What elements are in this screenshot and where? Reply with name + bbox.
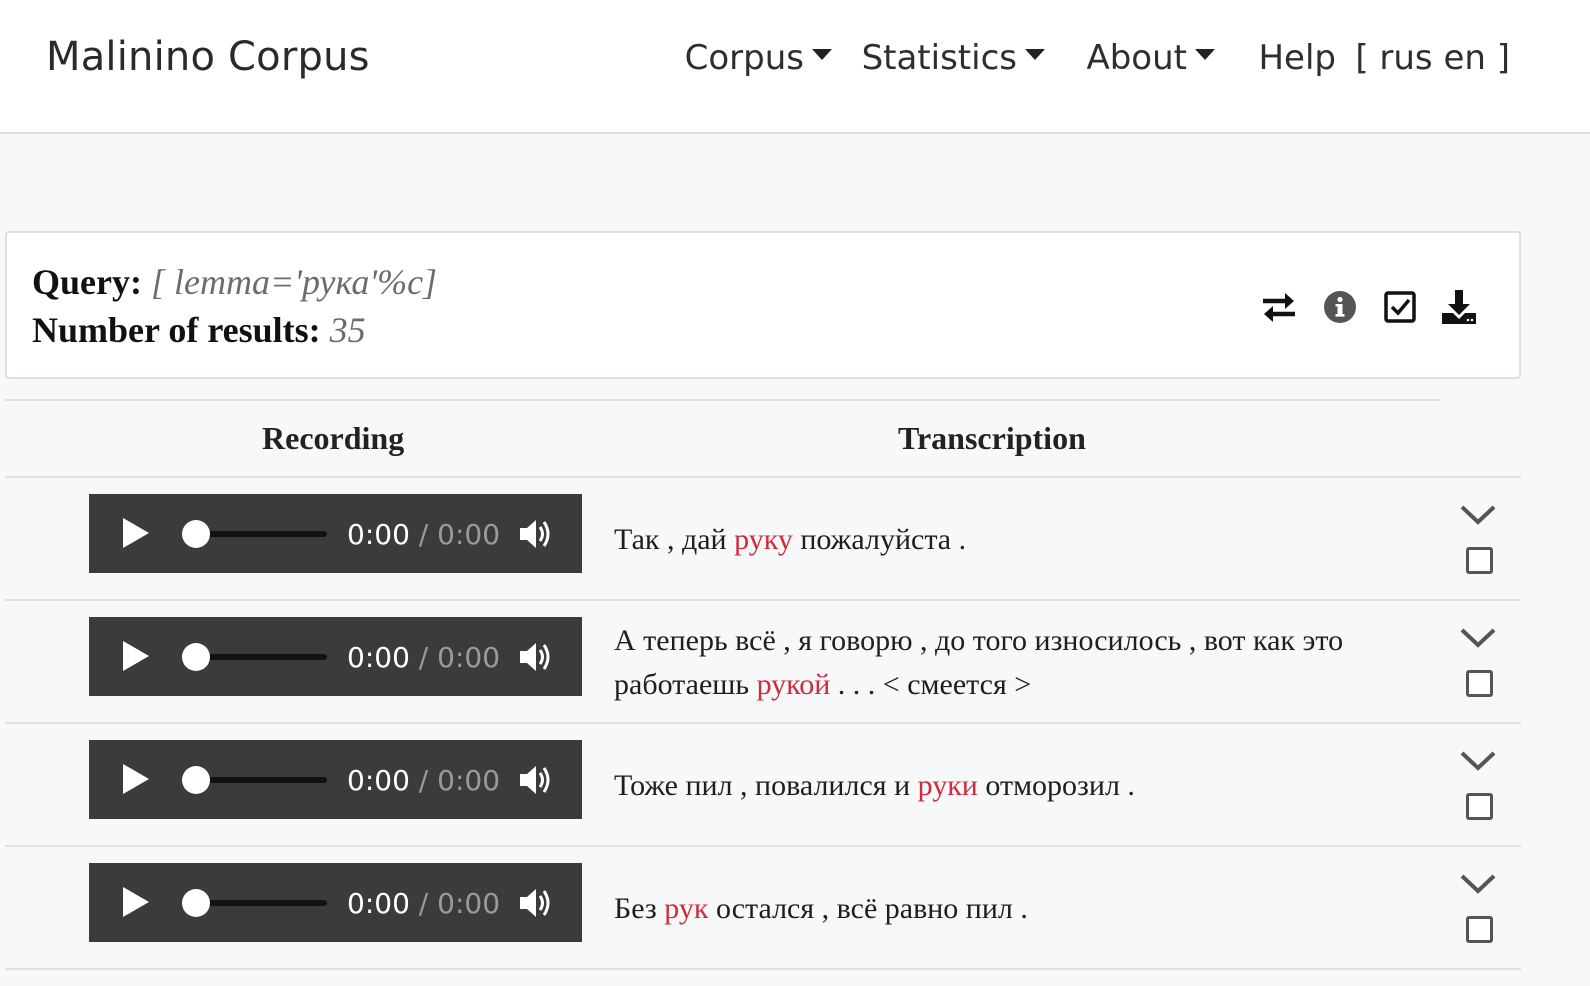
hit-word[interactable]: руки [918,769,978,802]
row-divider [5,845,1521,847]
nav-corpus-label: Corpus [684,38,804,78]
volume-icon[interactable] [517,885,553,921]
nav-corpus-dropdown[interactable]: Corpus [685,38,832,78]
time-duration: 0:00 [437,887,501,920]
results-label: Number of results: [32,310,321,350]
column-header-recording[interactable]: Recording [262,420,404,457]
time-display: 0:00 / 0:00 [347,641,500,674]
volume-icon[interactable] [517,762,553,798]
row-select-checkbox[interactable] [1466,547,1493,574]
expand-chevron-icon[interactable] [1459,503,1497,527]
time-separator: / [418,887,429,920]
volume-icon[interactable] [517,516,553,552]
time-current: 0:00 [347,887,410,920]
time-current: 0:00 [347,518,410,551]
context-after: остался , всё равно пил . [708,892,1028,925]
volume-icon[interactable] [517,639,553,675]
context-before: Так , дай [614,523,735,556]
play-icon[interactable] [123,764,149,794]
play-icon[interactable] [123,518,149,548]
hit-word[interactable]: руку [734,523,793,556]
navbar: Malinino Corpus Corpus Statistics About … [0,0,1590,134]
language-switch[interactable]: [ rus en ] [1355,38,1510,78]
header-divider [5,476,1521,478]
row-select-checkbox[interactable] [1466,793,1493,820]
row-divider [5,722,1521,724]
seek-handle[interactable] [182,643,210,671]
nav-about-dropdown[interactable]: About [1086,38,1215,78]
row-select-checkbox[interactable] [1466,916,1493,943]
query-summary-card: Query: [ lemma='рука'%c] Number of resul… [5,231,1521,379]
seek-handle[interactable] [182,889,210,917]
transcription-text: Без рук остался , всё равно пил . [614,887,1434,931]
time-display: 0:00 / 0:00 [347,887,500,920]
seek-handle[interactable] [182,766,210,794]
time-duration: 0:00 [437,641,501,674]
play-icon[interactable] [123,887,149,917]
time-duration: 0:00 [437,764,501,797]
audio-player: 0:00 / 0:00 [89,863,582,942]
context-after: . . . < смеется > [830,668,1032,701]
caret-down-icon [1025,49,1045,60]
audio-player: 0:00 / 0:00 [89,740,582,819]
time-separator: / [418,641,429,674]
row-divider [5,599,1521,601]
result-toolbar [1259,287,1489,327]
check-square-icon[interactable] [1380,287,1420,327]
time-separator: / [418,764,429,797]
table-top-divider [5,399,1441,401]
nav-about-label: About [1086,38,1187,78]
caret-down-icon [812,49,832,60]
hit-word[interactable]: рукой [757,668,831,701]
query-line: Query: [ lemma='рука'%c] [32,261,437,303]
download-icon[interactable] [1439,287,1479,327]
play-icon[interactable] [123,641,149,671]
time-current: 0:00 [347,641,410,674]
nav-help-link[interactable]: Help [1258,38,1336,78]
time-current: 0:00 [347,764,410,797]
audio-player: 0:00 / 0:00 [89,494,582,573]
row-select-checkbox[interactable] [1466,670,1493,697]
row-divider [5,968,1521,970]
time-display: 0:00 / 0:00 [347,764,500,797]
transcription-text: А теперь всё , я говорю , до того износи… [614,619,1434,707]
info-icon[interactable] [1320,287,1360,327]
time-separator: / [418,518,429,551]
context-before: Тоже пил , повалился и [614,769,918,802]
nav-statistics-dropdown[interactable]: Statistics [862,38,1045,78]
seek-handle[interactable] [182,520,210,548]
expand-chevron-icon[interactable] [1459,626,1497,650]
audio-player: 0:00 / 0:00 [89,617,582,696]
transcription-text: Так , дай руку пожалуйста . [614,518,1434,562]
results-count: 35 [329,310,366,350]
swap-icon[interactable] [1259,287,1299,327]
query-value: [ lemma='рука'%c] [150,262,438,302]
results-line: Number of results: 35 [32,309,366,351]
column-header-transcription[interactable]: Transcription [898,420,1086,457]
context-before: Без [614,892,665,925]
nav-statistics-label: Statistics [861,38,1017,78]
expand-chevron-icon[interactable] [1459,872,1497,896]
transcription-text: Тоже пил , повалился и руки отморозил . [614,764,1434,808]
hit-word[interactable]: рук [664,892,708,925]
query-label: Query: [32,262,142,302]
expand-chevron-icon[interactable] [1459,749,1497,773]
context-after: пожалуйста . [792,523,967,556]
time-duration: 0:00 [437,518,501,551]
caret-down-icon [1195,49,1215,60]
time-display: 0:00 / 0:00 [347,518,500,551]
brand-link[interactable]: Malinino Corpus [46,34,370,80]
context-after: отморозил . [977,769,1135,802]
